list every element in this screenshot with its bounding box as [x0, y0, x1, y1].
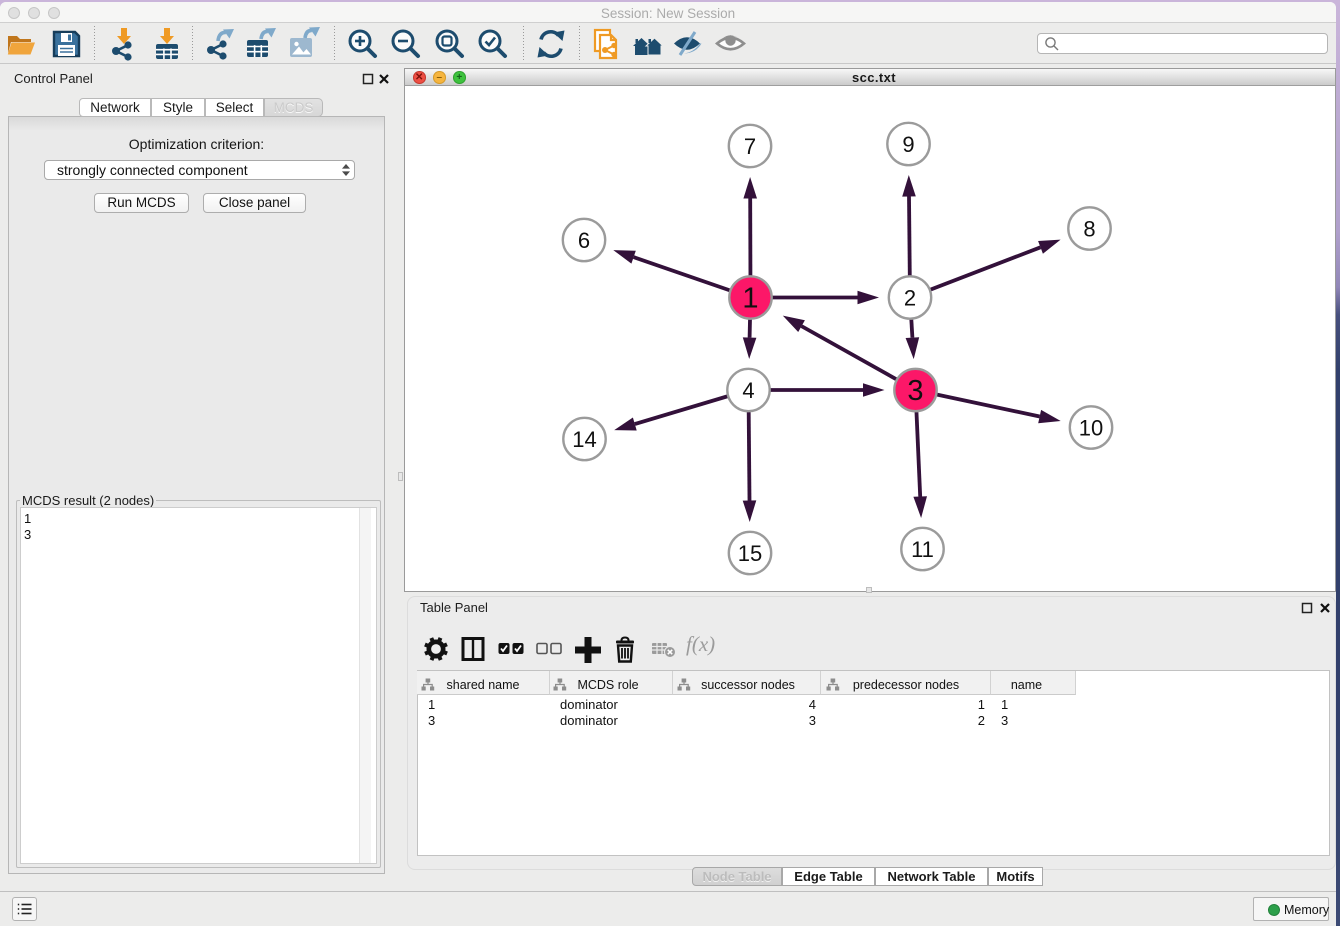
svg-text:6: 6 [578, 228, 590, 253]
svg-text:9: 9 [902, 132, 914, 157]
svg-text:15: 15 [738, 541, 762, 566]
svg-text:1: 1 [742, 283, 758, 315]
svg-text:10: 10 [1079, 415, 1103, 440]
svg-text:11: 11 [911, 537, 934, 562]
svg-text:14: 14 [572, 427, 596, 452]
svg-text:2: 2 [904, 285, 916, 310]
svg-text:7: 7 [744, 134, 756, 159]
svg-text:8: 8 [1083, 216, 1095, 241]
svg-text:3: 3 [907, 375, 923, 407]
svg-text:4: 4 [742, 378, 754, 403]
